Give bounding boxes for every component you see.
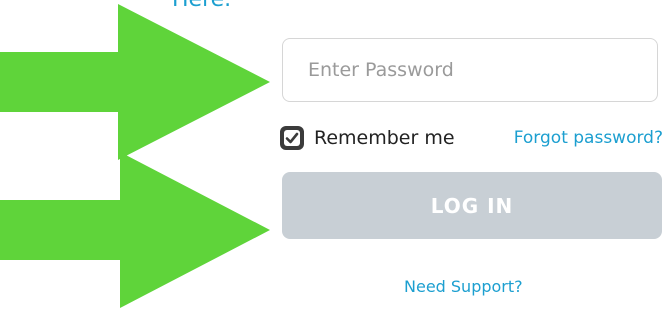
checkmark-icon (284, 130, 300, 146)
password-input[interactable] (282, 38, 658, 102)
remember-me-checkbox[interactable] (280, 126, 304, 150)
green-arrow-pointer-login (0, 152, 270, 308)
green-arrow-pointer-password (0, 4, 270, 160)
login-button[interactable]: LOG IN (282, 172, 662, 239)
remember-me-row[interactable]: Remember me (280, 126, 455, 150)
remember-me-label: Remember me (314, 127, 455, 149)
forgot-password-link[interactable]: Forgot password? (514, 126, 663, 150)
need-support-link[interactable]: Need Support? (404, 276, 523, 298)
